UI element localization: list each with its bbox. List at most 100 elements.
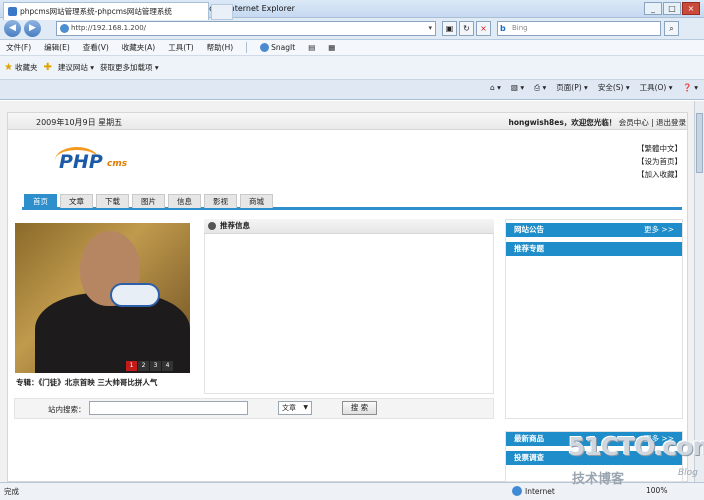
logout-link[interactable]: 退出登录 — [656, 118, 686, 127]
site-search-row — [14, 398, 494, 419]
help-menu[interactable]: ❓ ▾ — [683, 83, 699, 92]
nav-info[interactable]: 信息 — [168, 194, 201, 208]
url-input[interactable]: http://192.168.1.200/ ▾ — [56, 21, 436, 36]
tab-favicon-icon — [8, 7, 17, 16]
watermark-blog: Blog — [678, 468, 698, 478]
special-header: 推荐专题 — [506, 242, 682, 256]
user-links: hongwish8es，欢迎您光临！ 会员中心 | 退出登录 — [508, 118, 686, 127]
snagit-icon — [260, 43, 270, 52]
search-go-button[interactable]: ⌕ — [664, 21, 679, 36]
menu-help[interactable]: 帮助(H) — [207, 42, 234, 53]
compat-view-button[interactable]: ▣ — [442, 21, 457, 36]
scrollbar-thumb[interactable] — [696, 113, 703, 173]
command-bar: ⌂ ▾ ▧ ▾ ⎙ ▾ 页面(P) ▾ 安全(S) ▾ 工具(O) ▾ ❓ ▾ — [490, 82, 698, 93]
zone-label: Internet — [525, 486, 555, 496]
print-icon[interactable]: ⎙ ▾ — [534, 83, 546, 93]
site-watermark: 51CTO.com 技术博客 Blog — [560, 432, 704, 496]
suggested-sites-link[interactable]: 建议网站 ▾ — [58, 62, 94, 73]
window-controls: _ □ × — [644, 2, 700, 15]
browser-tab[interactable]: phpcms网站管理系统-phpcms网站管理系统 — [3, 2, 209, 20]
photo-page-3[interactable]: 3 — [150, 361, 161, 371]
address-toolbar: ◀ ▶ http://192.168.1.200/ ▾ ▣ ↻ × b Bing… — [0, 18, 704, 40]
bing-icon: b — [500, 24, 506, 33]
chevron-down-icon: ▼ — [303, 404, 308, 411]
arrow-icon — [208, 222, 216, 230]
member-center-link[interactable]: 会员中心 — [619, 118, 649, 127]
back-button[interactable]: ◀ — [4, 20, 21, 37]
search-type-select[interactable]: 文章 ▼ — [278, 401, 312, 415]
nav-pictures[interactable]: 图片 — [132, 194, 165, 208]
globe-icon — [60, 24, 69, 33]
right-column: 网站公告 更多 >> 推荐专题 — [505, 219, 683, 419]
feeds-icon[interactable]: ▧ ▾ — [511, 83, 524, 92]
add-favorite-icon[interactable]: ✚ — [43, 62, 51, 73]
menu-view[interactable]: 查看(V) — [83, 42, 109, 53]
favorites-bar: ★ 收藏夹 ✚ 建议网站 ▾ 获取更多加载项 ▾ — [0, 56, 704, 80]
internet-zone-icon — [512, 486, 522, 496]
recommended-heading: 推荐信息 — [204, 219, 494, 234]
minimize-button[interactable]: _ — [644, 2, 662, 15]
addons-label: 获取更多加载项 ▾ — [100, 63, 159, 72]
security-zone[interactable]: Internet — [512, 486, 555, 496]
search-input[interactable]: b Bing — [497, 21, 661, 36]
status-text: 完成 — [4, 487, 19, 496]
nav-home[interactable]: 首页 — [24, 194, 57, 208]
menu-file[interactable]: 文件(F) — [6, 42, 31, 53]
site-date: 2009年10月9日 星期五 — [36, 118, 123, 127]
nav-articles[interactable]: 文章 — [60, 194, 93, 208]
snagit-button[interactable]: SnagIt — [260, 43, 295, 52]
favorites-button[interactable]: ★ 收藏夹 — [4, 62, 37, 73]
add-favorite-link[interactable]: 【加入收藏】 — [637, 168, 682, 181]
snagit-window-icon[interactable]: ▦ — [328, 43, 335, 52]
site-search-input[interactable] — [89, 401, 248, 415]
watermark-main: 51CTO.com — [568, 432, 704, 461]
suggested-label: 建议网站 ▾ — [57, 63, 95, 72]
vote-heading: 投票调查 — [514, 453, 544, 462]
refresh-button[interactable]: ↻ — [459, 21, 474, 36]
nav-shop[interactable]: 商城 — [240, 194, 273, 208]
search-placeholder: Bing — [512, 24, 528, 32]
photo-pager: 1 2 3 4 — [126, 361, 173, 371]
watermark-sub: 技术博客 — [572, 472, 625, 487]
maximize-button[interactable]: □ — [663, 2, 681, 15]
stop-button[interactable]: × — [476, 21, 491, 36]
tools-menu[interactable]: 工具(O) ▾ — [640, 82, 673, 93]
photo-page-2[interactable]: 2 — [138, 361, 149, 371]
safety-menu[interactable]: 安全(S) ▾ — [598, 82, 630, 93]
page-menu[interactable]: 页面(P) ▾ — [556, 82, 588, 93]
menu-favorites[interactable]: 收藏夹(A) — [122, 42, 155, 53]
new-tab-button[interactable] — [211, 4, 233, 20]
photo-page-1[interactable]: 1 — [126, 361, 137, 371]
phpcms-logo[interactable]: PHP cms — [55, 145, 145, 179]
set-homepage-link[interactable]: 【设为首页】 — [637, 155, 682, 168]
tab-title: phpcms网站管理系统-phpcms网站管理系统 — [20, 7, 172, 16]
site-quick-links: 【繁體中文】 【设为首页】 【加入收藏】 — [637, 142, 682, 181]
vertical-scrollbar[interactable] — [694, 101, 704, 482]
menu-edit[interactable]: 编辑(E) — [44, 42, 70, 53]
search-type-value: 文章 — [282, 404, 296, 412]
snagit-capture-icon[interactable]: ▤ — [308, 43, 315, 52]
nav-video[interactable]: 影视 — [204, 194, 237, 208]
home-icon[interactable]: ⌂ ▾ — [490, 83, 501, 92]
notice-header: 网站公告 更多 >> — [506, 223, 682, 237]
get-addons-link[interactable]: 获取更多加载项 ▾ — [100, 62, 159, 73]
favorites-label: 收藏夹 — [14, 63, 38, 72]
site-nav: 首页 文章 下载 图片 信息 影视 商城 — [22, 193, 682, 210]
photo-microphone — [110, 283, 160, 307]
notice-more-link[interactable]: 更多 >> — [644, 223, 674, 237]
forward-button[interactable]: ▶ — [24, 20, 41, 37]
menu-tools[interactable]: 工具(T) — [168, 42, 193, 53]
special-heading: 推荐专题 — [514, 244, 544, 253]
featured-photo[interactable]: 1 2 3 4 — [15, 223, 190, 373]
url-dropdown-icon[interactable]: ▾ — [428, 22, 432, 35]
close-button[interactable]: × — [682, 2, 700, 15]
traditional-chinese-link[interactable]: 【繁體中文】 — [637, 142, 682, 155]
photo-caption[interactable]: 专辑：《门徒》北京首映 三大帅哥比拼人气 — [16, 377, 157, 388]
recommended-heading-label: 推荐信息 — [220, 221, 250, 230]
site-search-button[interactable]: 搜 索 — [342, 401, 377, 415]
site-search-label: 站内搜索： — [48, 405, 86, 414]
photo-page-4[interactable]: 4 — [162, 361, 173, 371]
star-icon: ★ — [4, 62, 13, 73]
logo-php-text: PHP — [59, 151, 103, 173]
nav-downloads[interactable]: 下载 — [96, 194, 129, 208]
